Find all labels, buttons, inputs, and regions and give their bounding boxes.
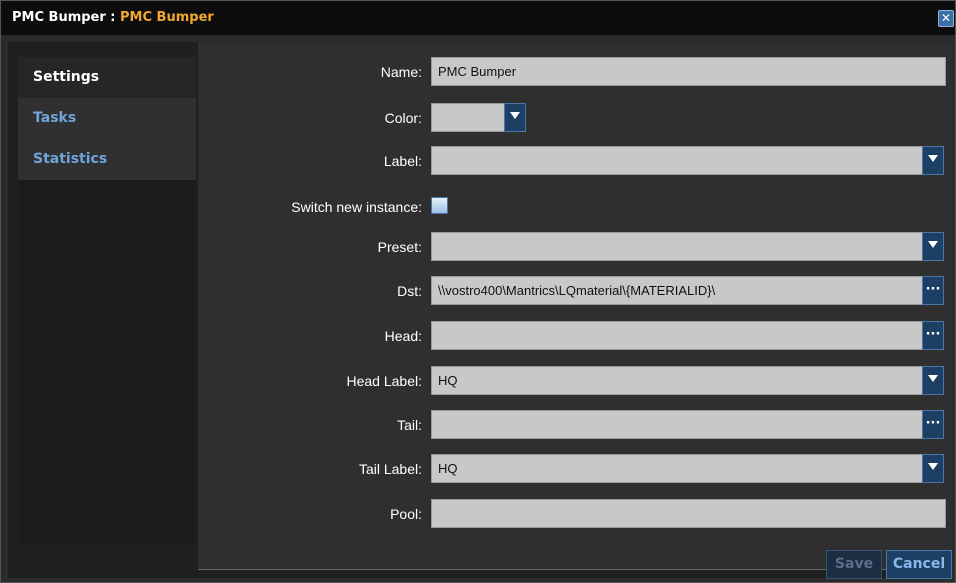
head-label-select[interactable]: HQ [431, 366, 923, 395]
label-dropdown-button[interactable] [922, 146, 944, 175]
tail-field[interactable] [431, 410, 923, 439]
label-select[interactable] [431, 146, 923, 175]
title-prefix: PMC Bumper : [12, 10, 121, 25]
dst-browse-button[interactable]: ··· [922, 276, 944, 305]
tail-label: Tail: [397, 417, 422, 433]
color-dropdown-button[interactable] [504, 103, 526, 132]
label-label: Label: [383, 153, 422, 169]
close-icon[interactable]: ✕ [938, 10, 954, 27]
dialog-content: Settings Tasks Statistics Name: PMC Bump… [8, 42, 952, 579]
window-title: PMC Bumper : PMC Bumper [12, 10, 214, 25]
head-browse-button[interactable]: ··· [922, 321, 944, 350]
tail-label-dropdown-button[interactable] [922, 454, 944, 483]
name-field[interactable]: PMC Bumper [431, 57, 946, 86]
sidebar-item-tasks[interactable]: Tasks [18, 98, 196, 139]
save-button[interactable]: Save [826, 550, 882, 579]
color-label: Color: [384, 110, 422, 126]
head-label-label: Head Label: [346, 373, 422, 389]
switch-new-instance-checkbox[interactable] [431, 197, 448, 214]
chevron-down-icon [928, 155, 938, 162]
switch-new-instance-label: Switch new instance: [291, 199, 422, 215]
tail-label-label: Tail Label: [358, 461, 422, 477]
sidebar: Settings Tasks Statistics [18, 57, 196, 543]
sidebar-item-settings[interactable]: Settings [18, 57, 196, 98]
preset-select[interactable] [431, 232, 923, 261]
color-field[interactable] [431, 103, 505, 132]
head-field[interactable] [431, 321, 923, 350]
chevron-down-icon [928, 241, 938, 248]
title-entity-name: PMC Bumper [120, 10, 214, 25]
head-label: Head: [384, 328, 422, 344]
dst-field[interactable]: \\vostro400\Mantrics\LQmaterial\{MATERIA… [431, 276, 923, 305]
sidebar-item-statistics[interactable]: Statistics [18, 139, 196, 180]
cancel-button[interactable]: Cancel [886, 550, 952, 579]
chevron-down-icon [928, 375, 938, 382]
chevron-down-icon [510, 112, 520, 119]
pool-field[interactable] [431, 499, 946, 528]
name-label: Name: [380, 64, 422, 80]
settings-dialog: PMC Bumper : PMC Bumper ✕ Settings Tasks… [0, 0, 956, 583]
tail-browse-button[interactable]: ··· [922, 410, 944, 439]
chevron-down-icon [928, 463, 938, 470]
pool-label: Pool: [390, 506, 422, 522]
tail-label-select[interactable]: HQ [431, 454, 923, 483]
preset-label: Preset: [377, 239, 422, 255]
preset-dropdown-button[interactable] [922, 232, 944, 261]
dst-label: Dst: [397, 283, 422, 299]
title-bar: PMC Bumper : PMC Bumper ✕ [1, 1, 955, 35]
head-label-dropdown-button[interactable] [922, 366, 944, 395]
settings-panel: Name: PMC Bumper Color: Label: Switch ne… [198, 42, 952, 570]
